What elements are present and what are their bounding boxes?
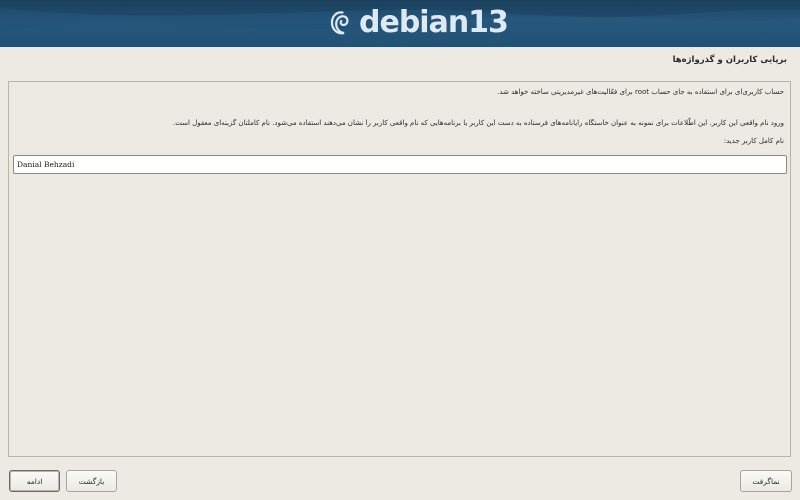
step-title: برپایی کاربران و گذرواژه‌ها <box>672 55 787 65</box>
brand-text: debian13 <box>359 5 509 40</box>
back-button[interactable]: بازگشت <box>66 470 117 492</box>
debian-swirl-icon <box>330 11 349 35</box>
debian-banner: debian13 <box>0 0 800 47</box>
full-name-input[interactable] <box>13 155 787 174</box>
full-name-label: نام کامل کاربر جدید: <box>723 137 784 145</box>
content-panel: حساب کاربری‌ای برای استفاده به جای حساب … <box>8 81 791 457</box>
debian-logo: debian13 <box>327 4 509 42</box>
intro-paragraph: حساب کاربری‌ای برای استفاده به جای حساب … <box>497 88 784 96</box>
screenshot-button[interactable]: نماگرفت <box>740 470 792 492</box>
description-paragraph: ورود نام واقعی این کاربر. این اطّلاعات ب… <box>173 119 784 127</box>
continue-button[interactable]: ادامه <box>9 470 60 492</box>
